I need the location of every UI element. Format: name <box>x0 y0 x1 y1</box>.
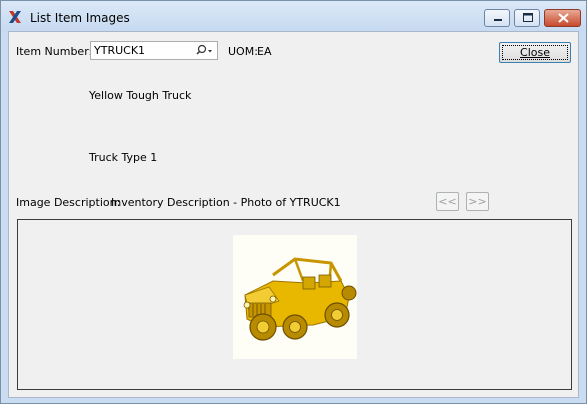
magnifier-dropdown-icon[interactable] <box>195 43 215 58</box>
image-description-value: Inventory Description - Photo of YTRUCK1 <box>111 196 341 209</box>
maximize-button[interactable] <box>514 9 540 27</box>
maximize-icon <box>523 13 533 22</box>
previous-image-label: << <box>438 195 457 208</box>
close-icon <box>558 13 569 23</box>
item-description-line-2: Truck Type 1 <box>89 151 158 164</box>
uom-label: UOM: <box>228 45 258 58</box>
next-image-button[interactable]: >> <box>466 192 489 211</box>
previous-image-button[interactable]: << <box>436 192 459 211</box>
title-bar[interactable]: List Item Images <box>1 1 586 31</box>
close-button-label: Close <box>520 46 550 59</box>
truck-photo <box>233 235 357 359</box>
uom-value: EA <box>257 45 272 58</box>
item-description-line-1: Yellow Tough Truck <box>89 89 192 102</box>
truck-image <box>243 257 357 341</box>
window-close-button[interactable] <box>544 9 581 27</box>
window-title: List Item Images <box>30 11 130 25</box>
minimize-icon <box>494 19 502 21</box>
item-number-value: YTRUCK1 <box>94 44 146 57</box>
image-description-label: Image Description: <box>16 196 121 209</box>
x-logo-icon <box>9 11 21 23</box>
image-viewer <box>17 219 572 390</box>
list-item-images-window: List Item Images Item Number: YTRUCK1 UO… <box>0 0 587 404</box>
dialog-body: Item Number: YTRUCK1 UOM: EA Close Yello… <box>8 31 579 398</box>
next-image-label: >> <box>468 195 487 208</box>
item-number-field[interactable]: YTRUCK1 <box>90 41 218 60</box>
minimize-button[interactable] <box>484 9 510 27</box>
close-button[interactable]: Close <box>499 42 571 63</box>
item-number-label: Item Number: <box>16 45 93 58</box>
